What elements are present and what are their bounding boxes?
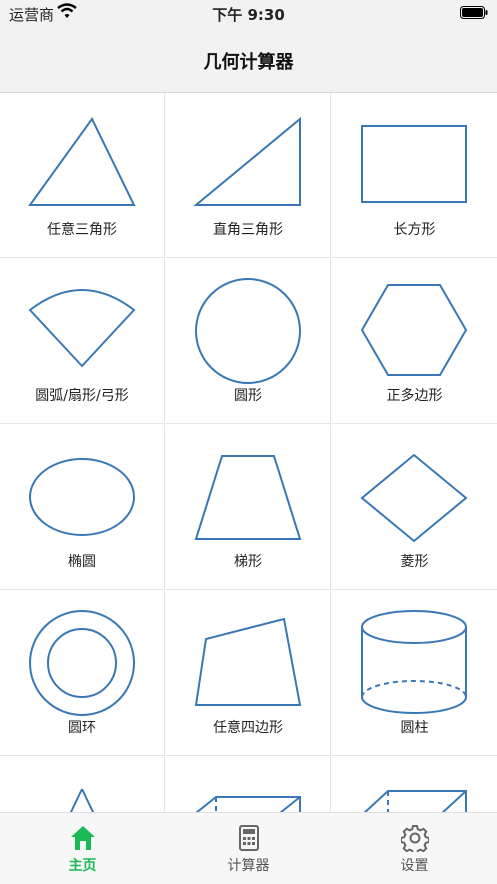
rectangle-icon [361,125,467,203]
shape-label: 圆环 [68,720,96,736]
navigation-bar: 几何计算器 [0,26,497,93]
status-time: 下午 9:30 [212,6,285,24]
tab-label: 计算器 [227,858,270,874]
shape-item-sector[interactable]: 圆弧/扇形/弓形 [0,259,165,424]
cylinder-icon [361,610,467,714]
triangle-icon [28,117,136,206]
shape-item-trapezoid[interactable]: 梯形 [166,425,331,590]
tab-home[interactable]: 主页 [0,813,165,884]
gear-icon [401,825,429,852]
shape-label: 圆形 [234,388,262,404]
shape-item-cylinder[interactable]: 圆柱 [332,591,497,756]
shape-label: 正多边形 [386,388,443,404]
hexagon-icon [360,284,468,376]
ellipse-icon [29,458,135,536]
right-triangle-icon [193,116,301,206]
shape-item-polygon[interactable]: 正多边形 [332,259,497,424]
shape-label: 菱形 [400,554,429,570]
shape-item-rectangle[interactable]: 长方形 [332,93,497,258]
shape-item-right-triangle[interactable]: 直角三角形 [166,93,331,258]
shape-item-cone[interactable] [0,757,165,812]
shape-label: 直角三角形 [213,222,283,238]
cone-icon [69,788,95,812]
rhombus-icon [360,453,468,543]
shape-item-ring[interactable]: 圆环 [0,591,165,756]
shape-label: 任意四边形 [213,720,283,736]
trapezoid-icon [194,455,302,540]
shape-item-cube[interactable] [332,757,497,812]
tab-bar: 主页 计算器 设置 [0,812,497,884]
shape-label: 圆柱 [400,720,429,736]
shape-grid: 任意三角形 直角三角形 长方形 圆弧/扇形/弓形 圆形 正多边形 椭圆 梯形 菱… [0,93,497,812]
shape-item-circle[interactable]: 圆形 [166,259,331,424]
battery-icon [460,6,488,19]
shape-item-triangle[interactable]: 任意三角形 [0,93,165,258]
cube-icon [363,790,467,812]
circle-icon [195,278,301,384]
shape-label: 任意三角形 [47,222,117,238]
shape-item-cuboid[interactable] [166,757,331,812]
status-bar: 运营商 下午 9:30 [0,0,497,26]
shape-label: 圆弧/扇形/弓形 [35,388,129,404]
shape-item-quadrilateral[interactable]: 任意四边形 [166,591,331,756]
shape-label: 长方形 [393,222,436,238]
cuboid-icon [195,796,301,812]
shape-label: 梯形 [234,554,262,570]
sector-icon [28,289,136,368]
shape-item-rhombus[interactable]: 菱形 [332,425,497,590]
calculator-icon [239,825,259,851]
tab-settings[interactable]: 设置 [332,813,497,884]
shape-label: 椭圆 [68,554,96,570]
home-icon [71,826,95,850]
quadrilateral-icon [194,617,302,706]
tab-label: 主页 [68,858,97,874]
tab-label: 设置 [400,858,429,874]
shape-item-ellipse[interactable]: 椭圆 [0,425,165,590]
tab-calculator[interactable]: 计算器 [166,813,331,884]
page-title: 几何计算器 [203,52,294,73]
ring-icon [29,610,135,716]
